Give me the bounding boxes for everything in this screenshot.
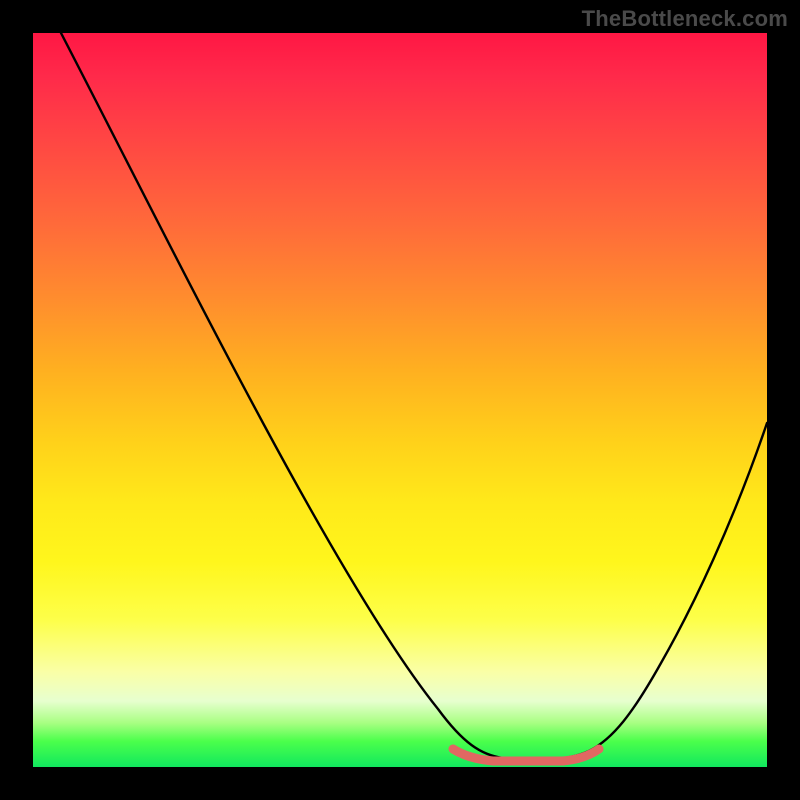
watermark-text: TheBottleneck.com <box>582 6 788 32</box>
plot-area <box>33 33 767 767</box>
curve-layer <box>33 33 767 767</box>
bottleneck-curve <box>61 33 767 760</box>
chart-container: TheBottleneck.com <box>0 0 800 800</box>
flat-bottom-highlight <box>453 749 599 761</box>
